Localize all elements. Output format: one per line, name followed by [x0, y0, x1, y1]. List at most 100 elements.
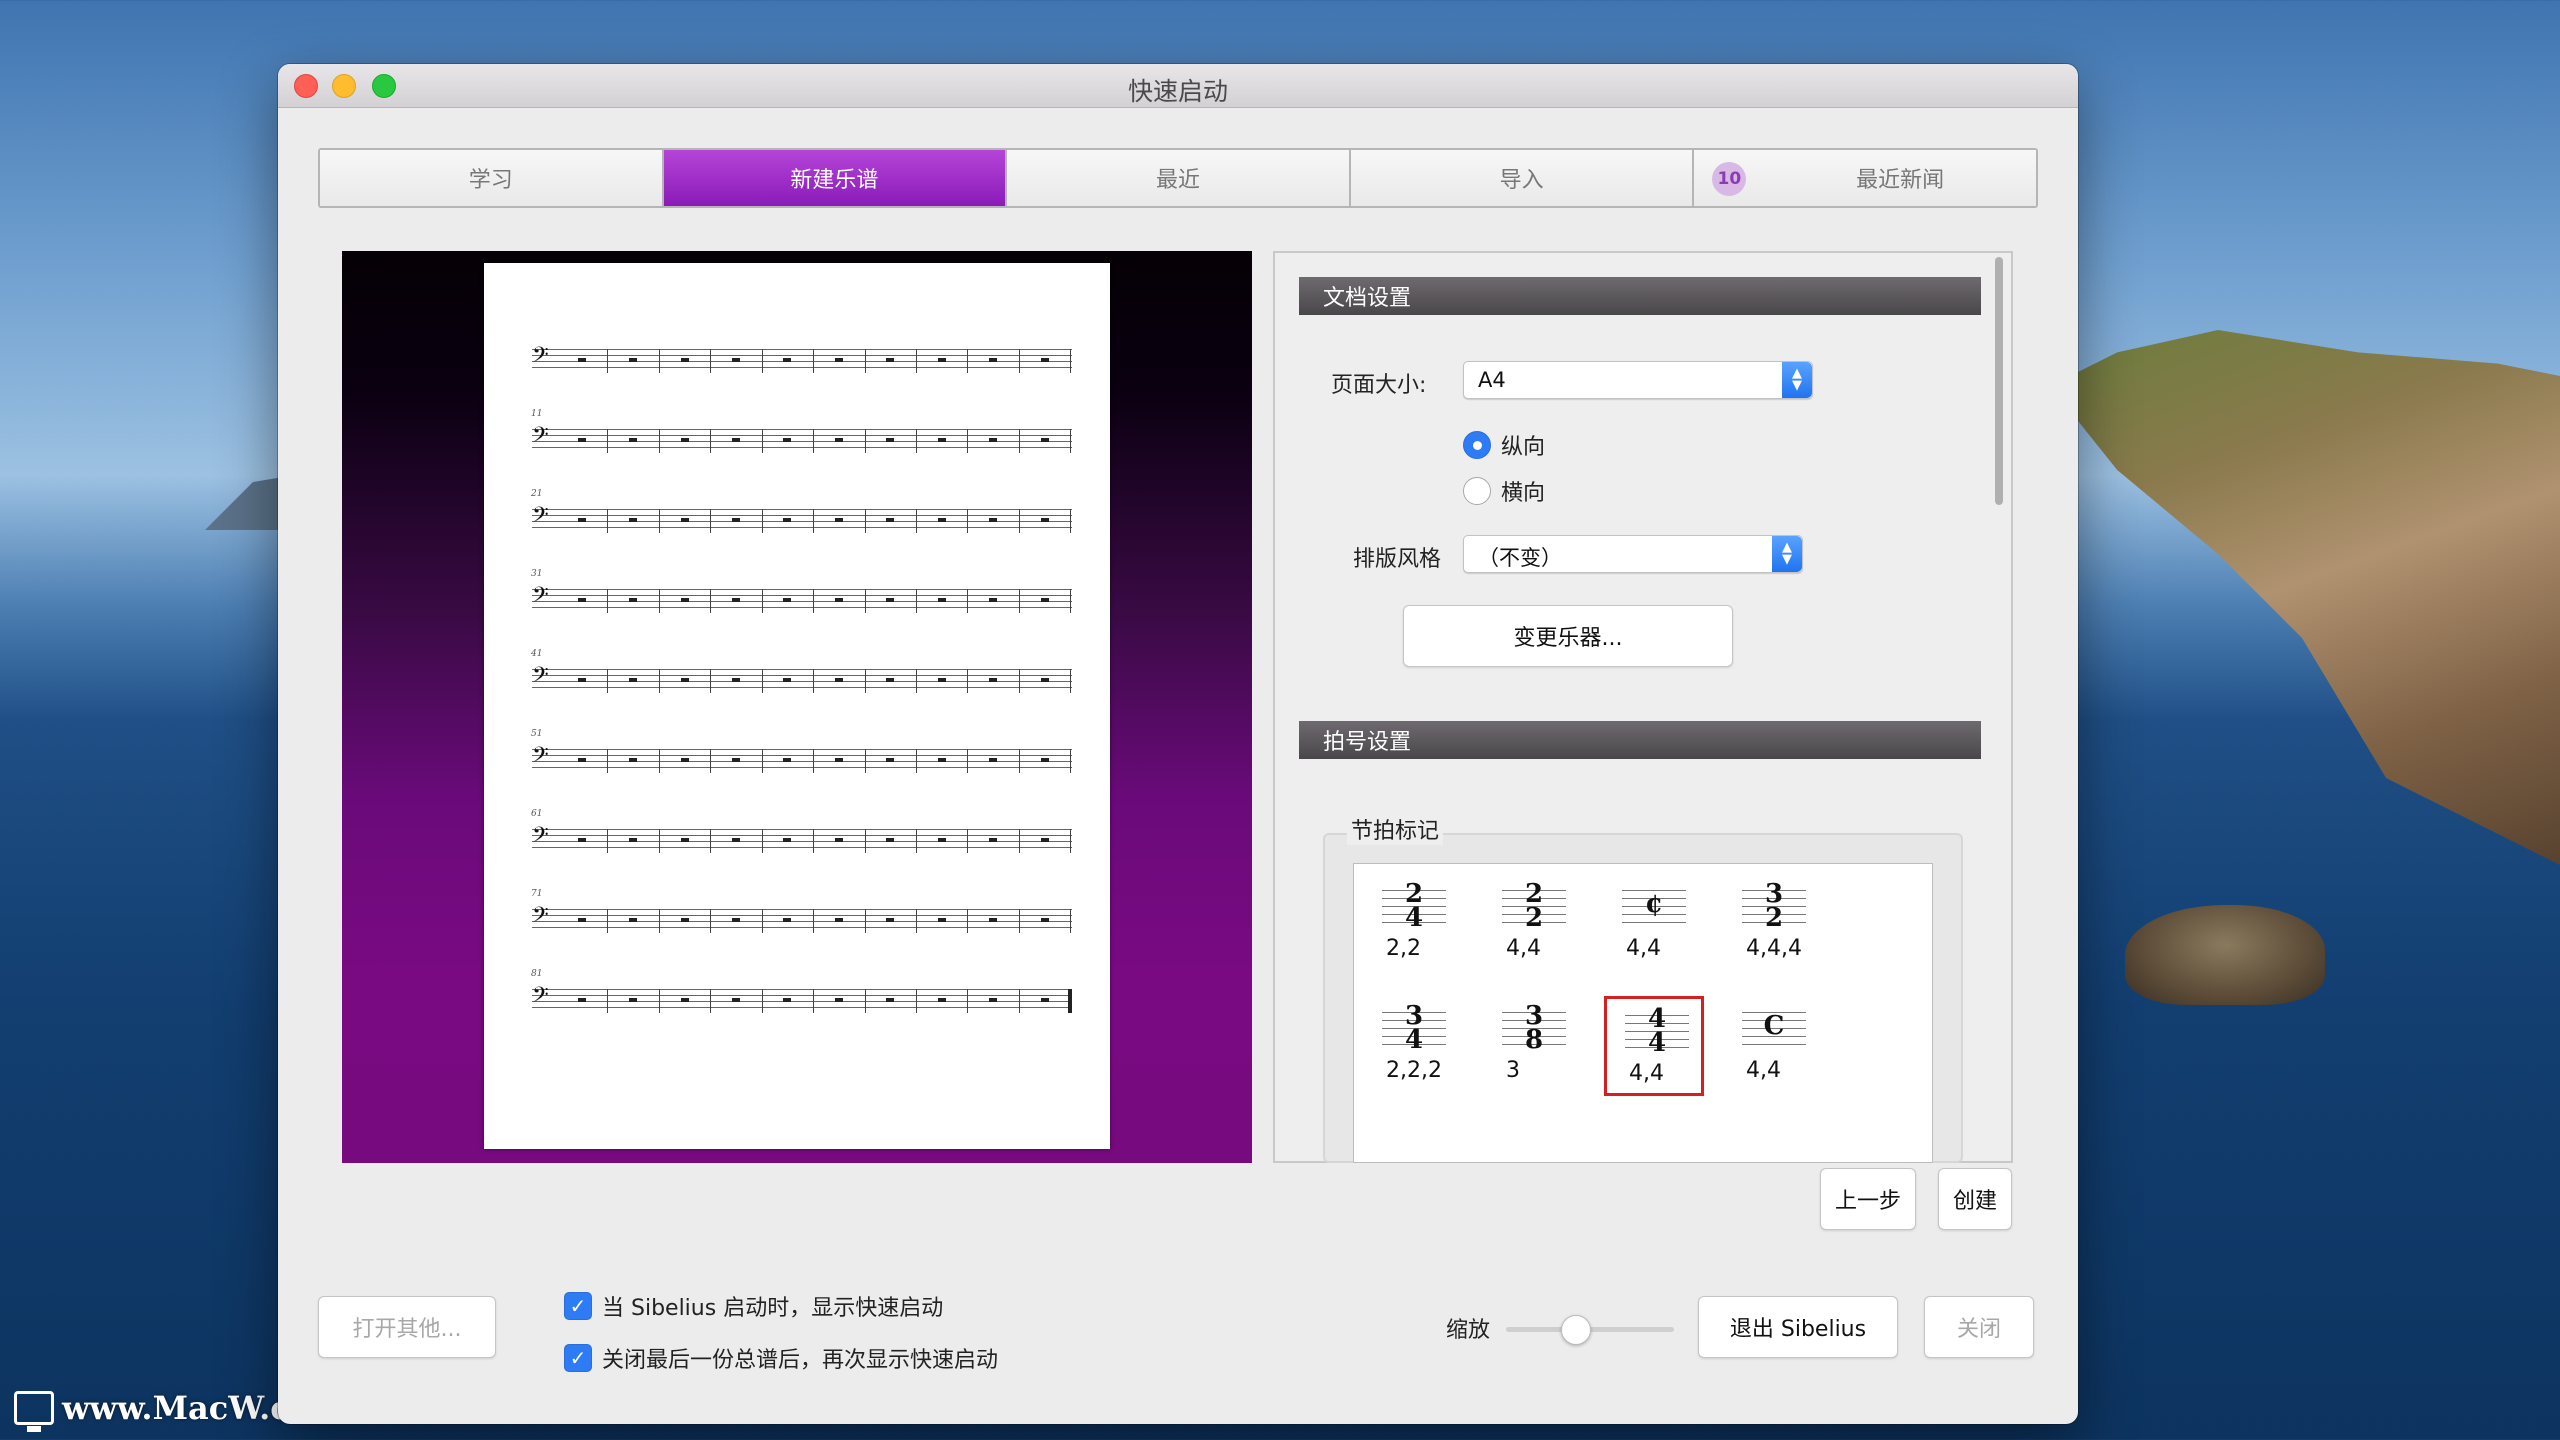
barline: [607, 589, 609, 613]
barline: [864, 749, 866, 773]
portrait-option[interactable]: 纵向: [1463, 429, 1545, 461]
barline: [710, 909, 712, 933]
house-style-select[interactable]: （不变） ▲ ▼: [1463, 535, 1803, 573]
whole-rest: [1040, 598, 1049, 602]
create-button[interactable]: 创建: [1938, 1168, 2012, 1230]
title-bar[interactable]: 快速启动: [278, 64, 2078, 108]
barline: [1070, 429, 1072, 453]
back-button[interactable]: 上一步: [1820, 1168, 1916, 1230]
barline: [916, 669, 917, 693]
time-signature-option[interactable]: 2 4 2,2: [1364, 874, 1464, 974]
whole-rest: [886, 518, 895, 522]
zoom-slider-knob[interactable]: [1561, 1315, 1592, 1345]
time-signature-option[interactable]: ¢ 4,4: [1604, 874, 1704, 974]
barline: [658, 989, 660, 1013]
barline: [658, 829, 660, 853]
whole-rest: [989, 678, 998, 682]
tab-label: 学习: [468, 168, 513, 193]
barline: [761, 589, 763, 613]
show-on-start-option[interactable]: ✓ 当 Sibelius 启动时，显示快速启动: [564, 1290, 943, 1322]
whole-rest: [989, 918, 998, 922]
barline: [1070, 669, 1072, 693]
open-other-button[interactable]: 打开其他...: [318, 1296, 496, 1358]
barline: [710, 589, 712, 613]
barline: [761, 829, 763, 853]
whole-rest: [577, 358, 586, 362]
barline: [864, 829, 866, 853]
tab-recent[interactable]: 最近: [1007, 150, 1351, 206]
staff-system: 𝄢 71: [531, 889, 1072, 933]
quit-sibelius-button[interactable]: 退出 Sibelius: [1698, 1296, 1898, 1358]
staff-system: 𝄢 21: [531, 489, 1072, 533]
barline: [1018, 669, 1020, 693]
tab-new-score[interactable]: 新建乐谱: [663, 150, 1008, 206]
scroll-thumb[interactable]: [1995, 257, 2003, 505]
whole-rest: [989, 358, 998, 362]
barline: [813, 989, 815, 1013]
barline: [916, 909, 917, 933]
whole-rest: [989, 838, 998, 842]
portrait-radio[interactable]: [1463, 431, 1491, 459]
time-signature-option[interactable]: 3 4 2,2,2: [1364, 996, 1464, 1096]
time-signature-option[interactable]: 4 4 4,4: [1604, 996, 1704, 1096]
barline: [658, 749, 660, 773]
barline: [761, 349, 763, 373]
barline: [607, 509, 609, 533]
time-signature-option[interactable]: 383: [1484, 996, 1584, 1096]
measure-number: 81: [531, 969, 543, 979]
tab-learn[interactable]: 学习: [320, 150, 664, 206]
bass-clef-icon: 𝄢: [532, 503, 549, 533]
change-instruments-button[interactable]: 变更乐器...: [1403, 605, 1733, 667]
whole-rest: [629, 358, 638, 362]
beam-grouping-label: 2,2: [1386, 936, 1421, 961]
barline: [710, 669, 712, 693]
zoom-slider[interactable]: [1506, 1315, 1674, 1345]
time-signature-symbol: 38: [1524, 1001, 1544, 1055]
beam-grouping-label: 4,4: [1746, 1058, 1781, 1083]
barline: [864, 989, 866, 1013]
whole-rest: [629, 438, 638, 442]
tab-bar: 学习 新建乐谱 最近 导入 10 最近新闻: [318, 148, 2038, 208]
whole-rest: [577, 518, 586, 522]
barline: [916, 589, 917, 613]
landscape-option[interactable]: 横向: [1463, 475, 1545, 507]
whole-rest: [937, 758, 946, 762]
show-after-close-option[interactable]: ✓ 关闭最后一份总谱后，再次显示快速启动: [564, 1342, 998, 1374]
time-signature-group-label: 节拍标记: [1347, 813, 1444, 845]
whole-rest: [783, 758, 792, 762]
tab-latest-news[interactable]: 10 最近新闻: [1694, 150, 2036, 206]
barline: [1018, 909, 1020, 933]
barline: [916, 989, 917, 1013]
close-button[interactable]: 关闭: [1924, 1296, 2034, 1358]
time-signature-option[interactable]: C 4,4: [1724, 996, 1824, 1096]
whole-rest: [989, 438, 998, 442]
measure-number: 61: [531, 809, 543, 819]
barline: [813, 749, 815, 773]
tab-import[interactable]: 导入: [1350, 150, 1695, 206]
bass-clef-icon: 𝄢: [532, 423, 549, 453]
show-after-close-checkbox[interactable]: ✓: [564, 1344, 592, 1372]
whole-rest: [886, 598, 895, 602]
time-signature-option[interactable]: 2 2 4,4: [1484, 874, 1584, 974]
whole-rest: [577, 438, 586, 442]
barline: [813, 509, 815, 533]
barline: [967, 509, 969, 533]
section-title: 拍号设置: [1323, 730, 1412, 755]
bass-clef-icon: 𝄢: [532, 743, 549, 773]
close-label: 关闭: [1956, 1317, 2001, 1342]
whole-rest: [937, 598, 946, 602]
barline: [813, 669, 815, 693]
page-size-select[interactable]: A4 ▲ ▼: [1463, 361, 1813, 399]
time-signature-option[interactable]: 3 2 4,4,4: [1724, 874, 1824, 974]
landscape-radio[interactable]: [1463, 477, 1491, 505]
whole-rest: [1040, 998, 1049, 1002]
show-on-start-checkbox[interactable]: ✓: [564, 1292, 592, 1320]
bass-clef-icon: 𝄢: [532, 663, 549, 693]
barline: [916, 429, 917, 453]
barline: [710, 989, 712, 1013]
whole-rest: [834, 998, 843, 1002]
zoom-label: 缩放: [1446, 1318, 1491, 1343]
settings-scrollbar[interactable]: [1993, 257, 2005, 1153]
beam-grouping-label: 4,4,4: [1746, 936, 1802, 961]
whole-rest: [680, 358, 689, 362]
